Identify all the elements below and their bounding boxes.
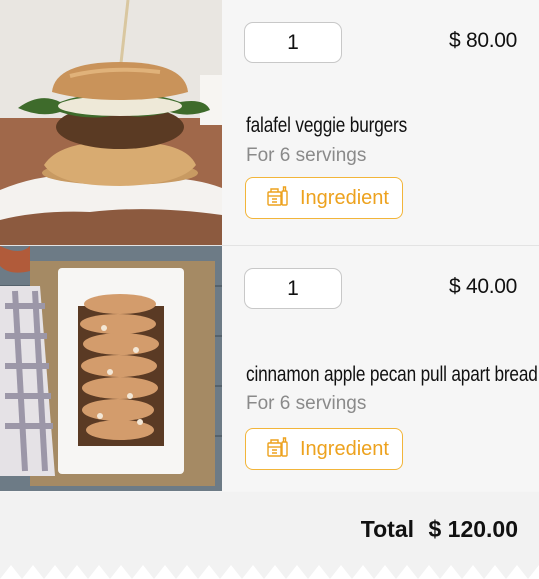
recipe-name: cinnamon apple pecan pull apart bread bbox=[246, 363, 538, 386]
grocery-bag-icon bbox=[266, 434, 290, 464]
ingredient-button-label: Ingredient bbox=[300, 437, 389, 460]
total-label: Total bbox=[360, 516, 414, 542]
servings-text: For 6 servings bbox=[246, 393, 367, 414]
cart-total-footer: Total $ 120.00 bbox=[0, 492, 539, 579]
servings-text: For 6 servings bbox=[246, 145, 367, 166]
item-price: $ 40.00 bbox=[449, 275, 517, 298]
cart-item: 1 $ 80.00 falafel veggie burgers For 6 s… bbox=[0, 0, 539, 245]
ingredient-button-label: Ingredient bbox=[300, 186, 389, 209]
ingredient-button[interactable]: Ingredient bbox=[245, 177, 403, 219]
quantity-input[interactable]: 1 bbox=[244, 268, 342, 309]
cart-item: 1 $ 40.00 cinnamon apple pecan pull apar… bbox=[0, 246, 539, 491]
recipe-photo-bread[interactable] bbox=[0, 246, 222, 491]
ingredient-button[interactable]: Ingredient bbox=[245, 428, 403, 470]
quantity-input[interactable]: 1 bbox=[244, 22, 342, 63]
total-value: $ 120.00 bbox=[428, 516, 518, 542]
receipt-zigzag-edge bbox=[0, 565, 539, 579]
item-price: $ 80.00 bbox=[449, 29, 517, 52]
recipe-photo-burger[interactable] bbox=[0, 0, 222, 245]
recipe-name: falafel veggie burgers bbox=[246, 114, 408, 137]
grocery-bag-icon bbox=[266, 183, 290, 213]
